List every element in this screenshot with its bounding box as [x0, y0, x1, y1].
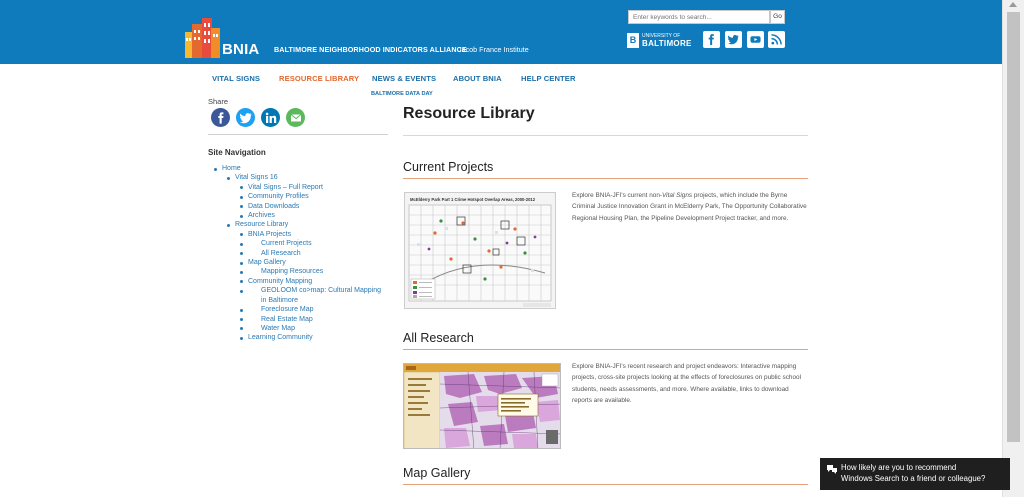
current-projects-description: Explore BNIA-JFI's current non-Vital Sig… — [572, 190, 810, 224]
search-input[interactable] — [628, 10, 770, 24]
all-research-map-thumbnail[interactable] — [403, 363, 561, 449]
university-of-baltimore-logo[interactable]: B UNIVERSITY OF BALTIMORE — [627, 32, 692, 48]
youtube-icon[interactable] — [747, 31, 764, 48]
search-go-button[interactable]: Go — [770, 10, 785, 24]
tree-item-resource-library[interactable]: Resource Library — [213, 220, 381, 229]
section-divider — [403, 484, 808, 485]
tree-item-learning-community[interactable]: Learning Community — [213, 333, 381, 342]
tree-item-data-downloads[interactable]: Data Downloads — [213, 202, 381, 211]
email-icon[interactable] — [286, 108, 305, 127]
sidebar-divider — [208, 134, 388, 135]
nav-vital-signs[interactable]: VITAL SIGNS — [212, 74, 260, 83]
tree-item-mapping-resources[interactable]: Mapping Resources — [213, 267, 381, 276]
tree-item-all-research[interactable]: All Research — [213, 249, 381, 258]
nav-resource-library[interactable]: RESOURCE LIBRARY — [279, 74, 359, 83]
site-navigation-title: Site Navigation — [208, 148, 266, 157]
tree-item-real-estate-map[interactable]: Real Estate Map — [213, 315, 381, 324]
tree-item-current-projects[interactable]: Current Projects — [213, 239, 381, 248]
section-title-all-research[interactable]: All Research — [403, 331, 474, 345]
facebook-icon[interactable] — [211, 108, 230, 127]
facebook-icon[interactable] — [703, 31, 720, 48]
linkedin-icon[interactable] — [261, 108, 280, 127]
windows-feedback-toast[interactable]: How likely are you to recommend Windows … — [820, 458, 1010, 490]
ub-mark-icon: B — [627, 32, 639, 48]
scroll-thumb[interactable] — [1007, 12, 1020, 442]
tree-item-bnia-projects[interactable]: BNIA Projects — [213, 230, 381, 239]
title-divider — [403, 135, 808, 136]
site-header: BNIA BALTIMORE NEIGHBORHOOD INDICATORS A… — [0, 0, 1002, 64]
page: BNIA BALTIMORE NEIGHBORHOOD INDICATORS A… — [0, 0, 1002, 497]
tree-item-home[interactable]: Home — [213, 164, 381, 173]
crime-hotspot-map-icon — [408, 204, 552, 307]
toast-message: How likely are you to recommend Windows … — [841, 463, 985, 484]
site-navigation-tree: Home Vital Signs 16 Vital Signs – Full R… — [213, 164, 381, 343]
tree-item-full-report[interactable]: Vital Signs – Full Report — [213, 183, 381, 192]
ub-text: UNIVERSITY OF BALTIMORE — [642, 33, 692, 48]
nav-help-center[interactable]: HELP CENTER — [521, 74, 576, 83]
tree-item-vital-signs-16[interactable]: Vital Signs 16 — [213, 173, 381, 182]
logo-text[interactable]: BNIA — [222, 41, 259, 58]
current-projects-text-1: Explore BNIA-JFI's current non- — [572, 192, 663, 199]
tree-item-archives[interactable]: Archives — [213, 211, 381, 220]
ub-line2: BALTIMORE — [642, 39, 692, 48]
section-divider — [403, 178, 808, 179]
twitter-icon[interactable] — [725, 31, 742, 48]
twitter-icon[interactable] — [236, 108, 255, 127]
all-research-description: Explore BNIA-JFI's recent research and p… — [572, 363, 801, 404]
tree-item-map-gallery[interactable]: Map Gallery — [213, 258, 381, 267]
tree-item-water-map[interactable]: Water Map — [213, 324, 381, 333]
org-subtitle: Jacob France Institute — [458, 45, 529, 54]
toast-line-2: Windows Search to a friend or colleague? — [841, 473, 986, 483]
scroll-up-icon[interactable] — [1009, 2, 1017, 7]
tree-item-community-profiles[interactable]: Community Profiles — [213, 192, 381, 201]
section-title-current-projects[interactable]: Current Projects — [403, 160, 493, 174]
rss-icon[interactable] — [768, 31, 785, 48]
nav-news-events[interactable]: NEWS & EVENTS — [372, 74, 436, 83]
tree-item-geoloom-continued[interactable]: in Baltimore — [213, 296, 381, 305]
tree-item-foreclosure-map[interactable]: Foreclosure Map — [213, 305, 381, 314]
current-projects-map-thumbnail[interactable]: McElderry Park Part 1 Crime Hotspot Over… — [404, 192, 556, 309]
main-nav: VITAL SIGNS RESOURCE LIBRARY NEWS & EVEN… — [0, 74, 1002, 86]
tree-item-geoloom[interactable]: GEOLOOM co>map: Cultural Mapping — [213, 286, 381, 295]
current-projects-text-italic: Vital Signs — [662, 192, 693, 199]
org-name: BALTIMORE NEIGHBORHOOD INDICATORS ALLIAN… — [274, 45, 467, 54]
feedback-icon — [827, 465, 837, 474]
interactive-map-icon — [404, 364, 560, 448]
vertical-scrollbar[interactable] — [1002, 0, 1024, 497]
section-divider — [403, 349, 808, 350]
page-title: Resource Library — [403, 105, 535, 122]
tree-item-community-mapping[interactable]: Community Mapping — [213, 277, 381, 286]
share-label: Share — [208, 97, 229, 106]
nav-baltimore-data-day[interactable]: BALTIMORE DATA DAY — [371, 91, 433, 97]
nav-about-bnia[interactable]: ABOUT BNIA — [453, 74, 502, 83]
toast-line-1: How likely are you to recommend — [841, 463, 957, 472]
section-title-map-gallery[interactable]: Map Gallery — [403, 466, 470, 480]
